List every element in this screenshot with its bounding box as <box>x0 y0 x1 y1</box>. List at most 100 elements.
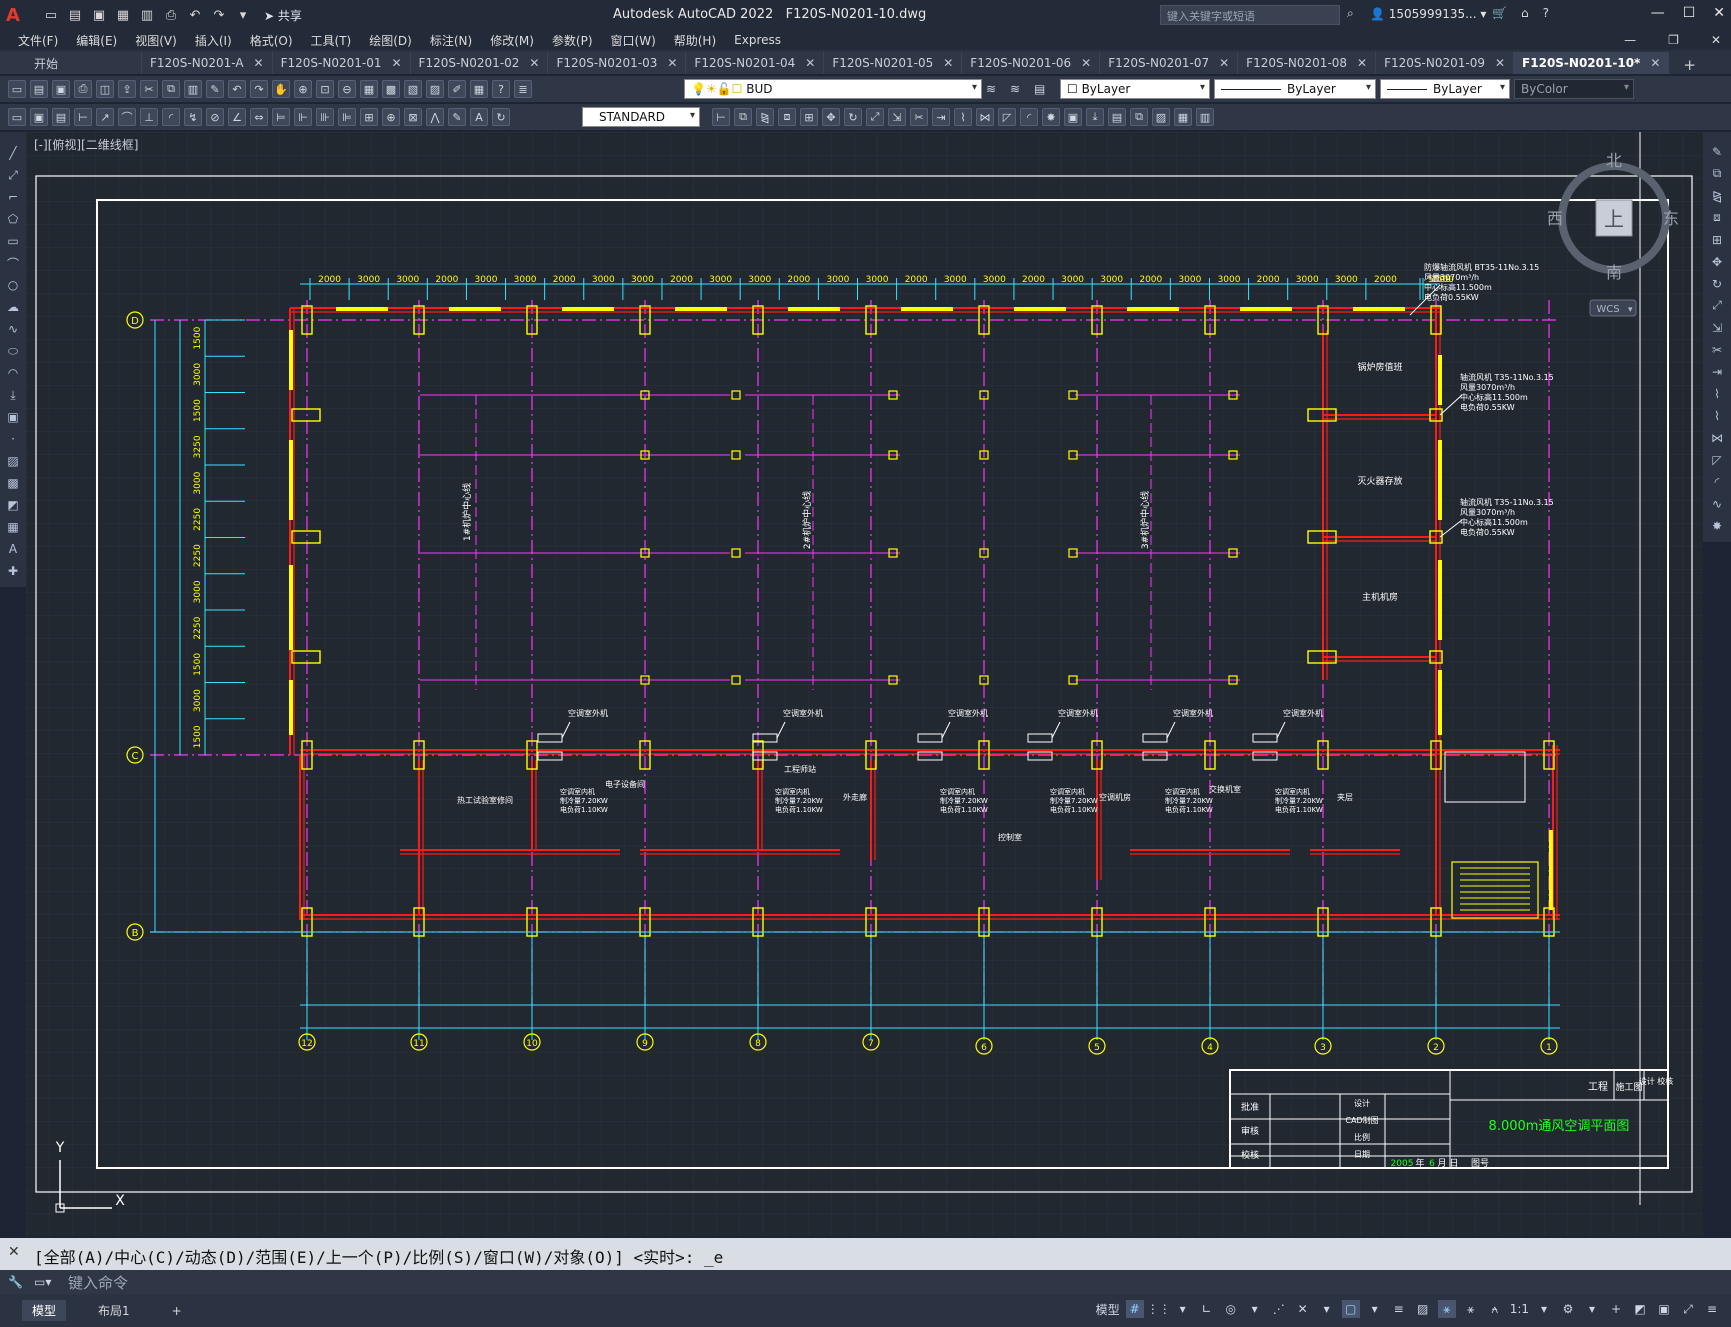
line-icon[interactable]: ╱ <box>5 144 21 162</box>
menu-draw[interactable]: 绘图(D) <box>369 32 412 49</box>
center-mark-icon[interactable]: ⊕ <box>382 108 400 126</box>
trim-icon[interactable]: ✂ <box>1709 340 1725 359</box>
quick-dim-icon[interactable]: ⇔ <box>250 108 268 126</box>
close-icon[interactable]: ✕ <box>667 56 677 70</box>
undo-icon[interactable]: ↶ <box>186 6 204 24</box>
dim-text-edit-icon[interactable]: A <box>470 108 488 126</box>
open-icon[interactable]: ▤ <box>30 80 48 98</box>
cut-icon[interactable]: ✂ <box>140 80 158 98</box>
recent-commands-icon[interactable]: ▭▾ <box>34 1275 51 1289</box>
menu-express[interactable]: Express <box>734 33 781 47</box>
table-icon[interactable]: ▥ <box>1196 108 1214 126</box>
tab-file[interactable]: F120S-N0201-05 ✕ <box>824 52 963 74</box>
layer-states-icon[interactable]: ▤ <box>1034 82 1045 96</box>
plot-preview-icon[interactable]: ◫ <box>96 80 114 98</box>
table-icon[interactable]: ▦ <box>5 518 21 536</box>
match-properties-icon[interactable]: ✎ <box>206 80 224 98</box>
point-icon[interactable]: · <box>5 430 21 448</box>
menu-format[interactable]: 格式(O) <box>250 32 293 49</box>
compass-west[interactable]: 西 <box>1547 209 1563 228</box>
menu-help[interactable]: 帮助(H) <box>674 32 716 49</box>
stretch-icon[interactable]: ⇲ <box>888 108 906 126</box>
array-icon[interactable]: ⊞ <box>800 108 818 126</box>
color-dropdown[interactable]: ☐ ByLayer ▾ <box>1060 79 1210 99</box>
stretch-icon[interactable]: ⇲ <box>1709 318 1725 337</box>
customization-menu-icon[interactable]: ≡ <box>1703 1300 1721 1318</box>
viewcube[interactable]: 上 北 南 东 西 WCS ▾ <box>1540 150 1680 320</box>
cart-icon[interactable]: 🛒 <box>1492 6 1507 20</box>
isolate-objects-icon[interactable]: ◩ <box>1631 1300 1649 1318</box>
tolerance-icon[interactable]: ⊞ <box>360 108 378 126</box>
redo-icon[interactable]: ↷ <box>250 80 268 98</box>
copy-icon[interactable]: ⧉ <box>1709 164 1725 183</box>
menu-tools[interactable]: 工具(T) <box>311 32 352 49</box>
add-layout-icon[interactable]: + <box>162 1302 192 1320</box>
offset-icon[interactable]: ⧈ <box>1709 208 1725 227</box>
gradient-icon[interactable]: ▩ <box>5 474 21 492</box>
tab-file[interactable]: F120S-N0201-09 ✕ <box>1376 52 1515 74</box>
save-icon[interactable]: ▣ <box>90 6 108 24</box>
view-icon[interactable]: ▭ <box>8 108 26 126</box>
compass-north[interactable]: 北 <box>1606 151 1622 170</box>
dim-style-icon[interactable]: ⊢ <box>712 108 730 126</box>
close-icon[interactable]: ✕ <box>1713 5 1725 21</box>
dim-update-icon[interactable]: ↻ <box>492 108 510 126</box>
hardware-acceleration-icon[interactable]: ▣ <box>1655 1300 1673 1318</box>
dim-space-icon[interactable]: ⊪ <box>316 108 334 126</box>
tab-file[interactable]: F120S-N0201-01 ✕ <box>272 52 411 74</box>
make-current-layer-icon[interactable]: ≋ <box>986 82 996 96</box>
angular-dim-icon[interactable]: ∠ <box>228 108 246 126</box>
annotation-visibility-icon[interactable]: ⚹ <box>1437 1300 1456 1318</box>
inspection-icon[interactable]: ⊠ <box>404 108 422 126</box>
rectangle-icon[interactable]: ▭ <box>5 232 21 250</box>
zoom-window-icon[interactable]: ⊡ <box>316 80 334 98</box>
chamfer-icon[interactable]: ◸ <box>1709 450 1725 469</box>
web-mobile-icon[interactable]: ▥ <box>138 6 156 24</box>
trim-icon[interactable]: ✂ <box>910 108 928 126</box>
add-tab-icon[interactable]: + <box>1683 56 1696 74</box>
customize-dropdown-icon[interactable]: ▾ <box>234 6 252 24</box>
menu-parametric[interactable]: 参数(P) <box>552 32 593 49</box>
layer-previous-icon[interactable]: ≋ <box>1010 82 1020 96</box>
fillet-icon[interactable]: ◜ <box>1709 472 1725 491</box>
chevron-down-icon[interactable]: ▾ <box>1583 1300 1601 1318</box>
radius-dim-icon[interactable]: ◜ <box>162 108 180 126</box>
tab-file[interactable]: F120S-N0201-03 ✕ <box>548 52 687 74</box>
revision-cloud-icon[interactable]: ☁ <box>5 298 21 316</box>
tab-start[interactable]: 开始 <box>0 52 142 74</box>
save-icon[interactable]: ▣ <box>52 80 70 98</box>
close-icon[interactable]: ✕ <box>805 56 815 70</box>
continue-dim-icon[interactable]: ⊩ <box>294 108 312 126</box>
markup-icon[interactable]: ✐ <box>448 80 466 98</box>
tab-model[interactable]: 模型 <box>22 1300 67 1321</box>
search-input[interactable]: 键入关键字或短语 <box>1160 5 1340 25</box>
xref-icon[interactable]: ⧉ <box>1130 108 1148 126</box>
lineweight-dropdown[interactable]: ByLayer ▾ <box>1380 79 1510 99</box>
doc-restore-icon[interactable]: ❐ <box>1668 33 1679 47</box>
paste-icon[interactable]: ▥ <box>184 80 202 98</box>
new-file-icon[interactable]: ▭ <box>42 6 60 24</box>
snap-icon[interactable]: ⋮⋮ <box>1147 1300 1171 1318</box>
join-icon[interactable]: ⋈ <box>976 108 994 126</box>
region-icon[interactable]: ◩ <box>5 496 21 514</box>
close-icon[interactable]: ✕ <box>391 56 401 70</box>
chevron-down-icon[interactable]: ▾ <box>1318 1300 1336 1318</box>
tab-file[interactable]: F120S-N0201-A ✕ <box>142 52 273 74</box>
close-icon[interactable]: ✕ <box>254 56 264 70</box>
close-icon[interactable]: ✕ <box>1495 56 1505 70</box>
menu-edit[interactable]: 编辑(E) <box>76 32 117 49</box>
ortho-icon[interactable]: ∟ <box>1198 1300 1216 1318</box>
help-icon[interactable]: ? <box>492 80 510 98</box>
image-icon[interactable]: ▨ <box>1152 108 1170 126</box>
sheet-set-icon[interactable]: ▨ <box>426 80 444 98</box>
diameter-dim-icon[interactable]: ⊘ <box>206 108 224 126</box>
jogged-dim-icon[interactable]: ↯ <box>184 108 202 126</box>
arc-icon[interactable]: ⌒ <box>5 254 21 272</box>
spline-icon[interactable]: ∿ <box>5 320 21 338</box>
workspace-gear-icon[interactable]: ⚙ <box>1559 1300 1577 1318</box>
drawing-svg[interactable]: 2000 3000 3000 2000 3000 3000 2000 3000 3000 2000… <box>26 132 1703 1236</box>
close-command-line-icon[interactable]: ✕ <box>8 1244 20 1260</box>
tab-file[interactable]: F120S-N0201-02 ✕ <box>410 52 549 74</box>
command-input[interactable]: 键入命令 <box>68 1272 128 1293</box>
tab-file[interactable]: F120S-N0201-08 ✕ <box>1238 52 1377 74</box>
